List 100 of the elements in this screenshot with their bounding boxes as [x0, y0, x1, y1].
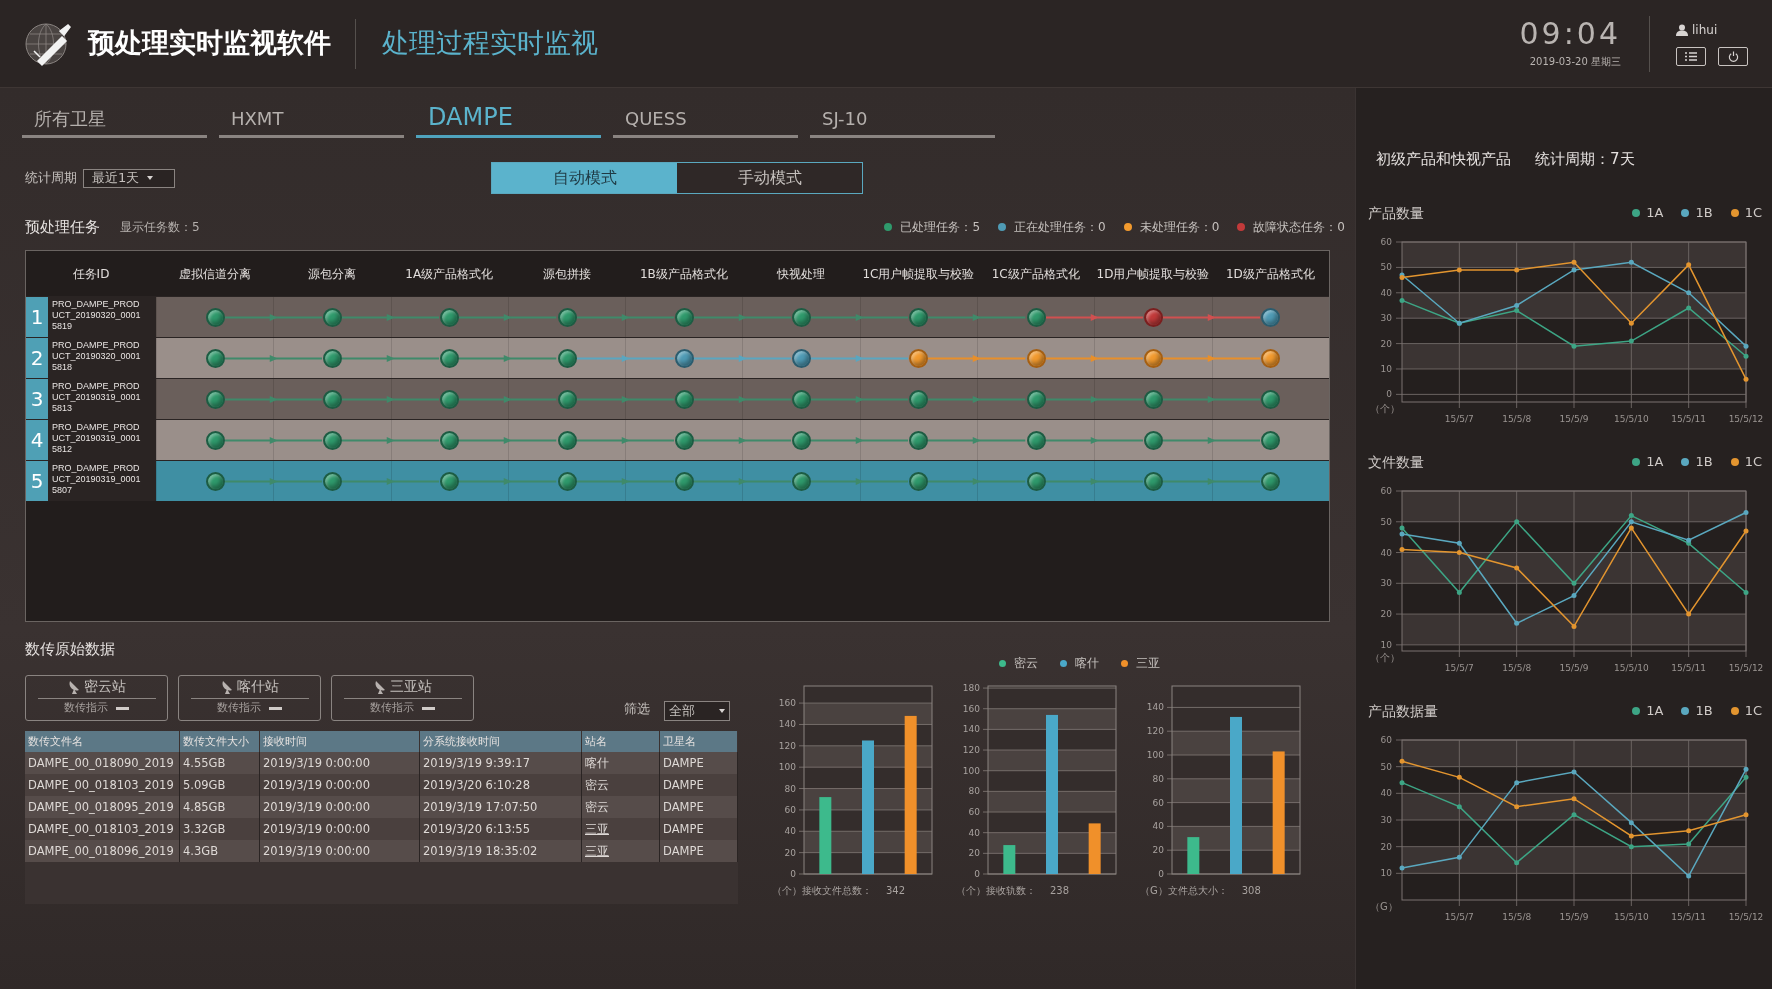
data-point [1743, 528, 1749, 533]
legend-label: 已处理任务：5 [900, 219, 981, 236]
task-id: PRO_DAMPE_PRODUCT_20190319_00015807 [48, 461, 156, 501]
data-point [1743, 766, 1749, 772]
unit-label: （个） [1370, 402, 1400, 414]
row-number: 3 [26, 379, 48, 419]
table-cell: 2019/3/19 0:00:00 [260, 751, 420, 774]
station-card[interactable]: 三亚站 数传指示 [331, 674, 474, 721]
power-button[interactable] [1718, 47, 1748, 66]
filter-label: 筛选 [624, 700, 650, 718]
data-point [1686, 873, 1692, 878]
y-tick-label: 30 [1380, 577, 1392, 588]
table-cell: DAMPE [660, 839, 738, 862]
panel-title: 初级产品和快视产品 [1376, 149, 1511, 170]
y-tick-label: 40 [1380, 287, 1392, 298]
data-point [1743, 353, 1749, 359]
data-point [1571, 580, 1577, 586]
x-tick-label: 15/5/11 [1671, 662, 1706, 673]
data-point [1571, 623, 1577, 629]
task-id: PRO_DAMPE_PRODUCT_20190320_00015819 [48, 297, 156, 337]
y-tick-label: 60 [1380, 236, 1392, 247]
row-number: 4 [26, 420, 48, 460]
data-point [1743, 589, 1749, 595]
satellite-tab[interactable]: HXMT [219, 102, 404, 138]
x-tick-label: 15/5/12 [1728, 911, 1764, 922]
y-tick-label: 180 [962, 683, 980, 694]
x-tick-label: 15/5/9 [1559, 662, 1589, 673]
chart-title: 产品数量 [1368, 203, 1424, 223]
x-tick-label: 15/5/9 [1559, 413, 1589, 424]
table-cell[interactable]: 三亚 [582, 839, 660, 862]
data-point [1514, 803, 1520, 809]
table-cell: 2019/3/19 9:39:17 [420, 751, 582, 774]
table-cell: 2019/3/19 0:00:00 [260, 795, 420, 818]
y-tick-label: 100 [778, 762, 796, 773]
table-cell: DAMPE_00_018095_2019 [25, 795, 180, 818]
satellite-tab[interactable]: 所有卫星 [22, 102, 207, 138]
table-cell: 4.85GB [180, 795, 260, 818]
clock-time: 09:04 [1519, 18, 1621, 50]
data-point [1456, 854, 1462, 860]
legend-label: 1A [1646, 204, 1664, 223]
y-tick-label: 20 [1152, 845, 1164, 856]
chart-title: 产品数据量 [1368, 701, 1438, 721]
data-point [1514, 620, 1520, 626]
legend-label: 1A [1646, 702, 1664, 721]
list-icon [1685, 52, 1697, 61]
satellite-tab[interactable]: QUESS [613, 102, 798, 138]
mode-toggle[interactable]: 手动模式 [677, 163, 862, 193]
y-tick-label: 60 [968, 807, 980, 817]
table-cell[interactable]: 三亚 [582, 817, 660, 840]
table-cell: 5.09GB [180, 773, 260, 796]
legend-label: 密云 [1013, 655, 1038, 672]
y-tick-label: 120 [778, 740, 796, 751]
legend-label: 未处理任务：0 [1139, 219, 1220, 236]
data-point [1628, 833, 1634, 838]
data-point [1399, 758, 1405, 764]
data-point [1399, 546, 1405, 552]
period-label: 统计周期 [25, 169, 77, 188]
x-tick-label: 15/5/8 [1502, 662, 1532, 673]
menu-button[interactable] [1676, 47, 1706, 66]
table-cell: 喀什 [582, 751, 660, 774]
y-tick-label: 30 [1380, 814, 1392, 825]
indicator-label: 数传指示 [64, 700, 108, 717]
table-cell: 3.32GB [180, 817, 260, 840]
caret-icon [147, 176, 154, 180]
row-number: 2 [26, 338, 48, 378]
legend-label: 1C [1744, 204, 1762, 223]
station-card[interactable]: 喀什站 数传指示 [178, 674, 321, 721]
x-tick-label: 15/5/12 [1728, 662, 1764, 673]
y-tick-label: 30 [1380, 312, 1392, 323]
satellite-tab[interactable]: SJ-10 [810, 102, 995, 138]
x-tick-label: 15/5/11 [1671, 911, 1706, 922]
y-tick-label: 0 [1158, 869, 1164, 879]
column-header: 快视处理 [776, 265, 827, 283]
x-tick-label: 15/5/11 [1671, 413, 1706, 424]
y-tick-label: 160 [962, 703, 980, 714]
data-point [1399, 779, 1405, 785]
table-cell: DAMPE_00_018090_2019 [25, 751, 180, 774]
data-point [1456, 774, 1462, 780]
satellite-tab[interactable]: DAMPE [416, 98, 601, 138]
indicator-dash-icon [116, 707, 129, 710]
page-title: 处理过程实时监视 [382, 26, 598, 61]
filter-dropdown[interactable]: 全部 [664, 700, 730, 721]
y-tick-label: 60 [1152, 797, 1164, 808]
legend-label: 三亚 [1135, 655, 1160, 672]
data-point [1571, 795, 1577, 801]
data-point [1514, 779, 1520, 785]
data-point [1686, 261, 1692, 267]
data-point [1399, 297, 1405, 303]
column-header: 1D级产品格式化 [1224, 265, 1316, 283]
station-card[interactable]: 密云站 数传指示 [25, 674, 168, 721]
column-header: 1A级产品格式化 [404, 265, 495, 283]
chart-footer-label: （G）文件总大小： [1140, 884, 1228, 898]
data-point [1514, 266, 1520, 272]
mode-toggle[interactable]: 自动模式 [492, 163, 677, 193]
power-icon [1727, 51, 1739, 62]
period-dropdown[interactable]: 最近1天 [83, 168, 175, 188]
legend-label: 1C [1744, 453, 1762, 472]
panel-period: 统计周期：7天 [1535, 149, 1635, 170]
table-cell: DAMPE [660, 795, 738, 818]
y-tick-label: 40 [784, 826, 796, 837]
